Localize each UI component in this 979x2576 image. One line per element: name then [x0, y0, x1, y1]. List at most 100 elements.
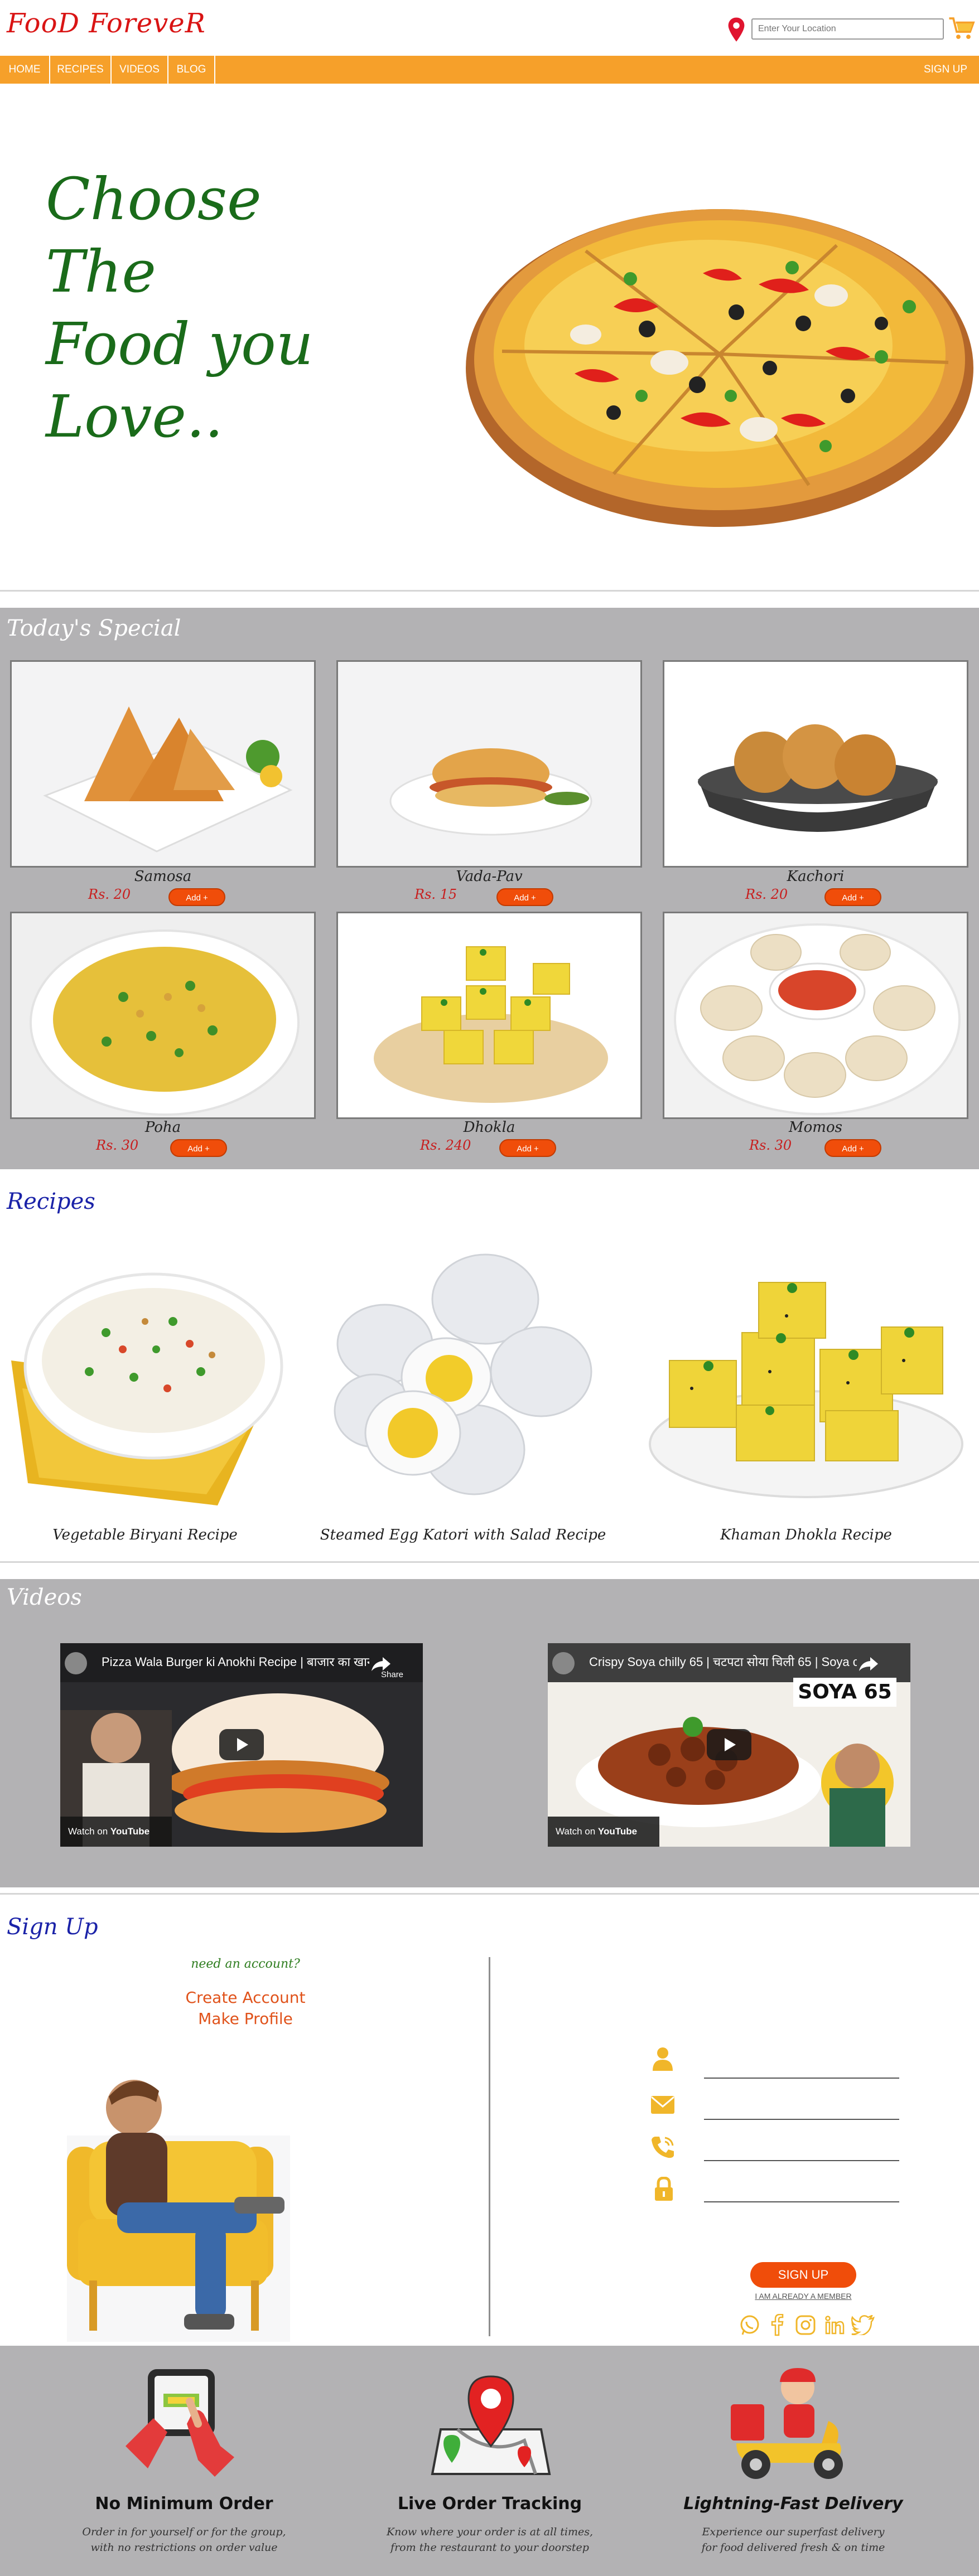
video-player-soya[interactable]: Crispy Soya chilly 65 | चटपटा सोया चिली … — [548, 1643, 910, 1847]
facebook-icon[interactable] — [768, 2314, 787, 2336]
play-icon — [237, 1738, 248, 1751]
khaman-recipe-image[interactable] — [647, 1260, 965, 1505]
kachori-add-button[interactable]: Add + — [824, 888, 881, 906]
samosa-add-button[interactable]: Add + — [168, 888, 225, 906]
divider — [0, 1561, 979, 1563]
poha-card[interactable] — [10, 912, 316, 1119]
todays-special-section: Today's Special Samosa Rs. 20 Add + Vada… — [0, 608, 979, 1169]
hero-pizza-image — [466, 209, 973, 527]
samosa-name: Samosa — [134, 868, 192, 885]
dhokla-price: Rs. 240 — [420, 1137, 471, 1153]
password-field[interactable] — [704, 2201, 899, 2202]
nav-blog[interactable]: BLOG — [168, 56, 215, 84]
signup-divider — [489, 1957, 490, 2336]
samosa-card[interactable] — [10, 660, 316, 868]
feature-desc-no-minimum: Order in for yourself or for the group, … — [28, 2524, 340, 2555]
mail-icon — [651, 2096, 674, 2114]
egg-recipe-name[interactable]: Steamed Egg Katori with Salad Recipe — [307, 1527, 619, 1543]
video-play-button[interactable] — [219, 1729, 264, 1760]
play-icon — [725, 1738, 736, 1751]
video-title-burger[interactable]: Pizza Wala Burger ki Anokhi Recipe | बाज… — [102, 1653, 369, 1670]
poha-add-button[interactable]: Add + — [170, 1139, 227, 1157]
username-field[interactable] — [704, 2078, 899, 2079]
feature-desc-line: with no restrictions on order value — [90, 2541, 278, 2554]
khaman-recipe-name[interactable]: Khaman Dhokla Recipe — [650, 1527, 962, 1543]
videos-title: Videos — [7, 1585, 82, 1610]
signup-submit-button[interactable]: SIGN UP — [750, 2262, 856, 2288]
hero-title: Choose The Food you Love.. — [46, 163, 380, 453]
email-field[interactable] — [704, 2119, 899, 2120]
instagram-icon[interactable] — [794, 2314, 817, 2336]
make-profile-link[interactable]: Make Profile — [145, 2010, 346, 2028]
features-section: No Minimum Order Order in for yourself o… — [0, 2346, 979, 2576]
youtube-logo-text: YouTube — [110, 1826, 150, 1837]
kachori-card[interactable] — [663, 660, 968, 868]
watch-on-youtube[interactable]: Watch on YouTube — [548, 1817, 659, 1847]
video-title-soya[interactable]: Crispy Soya chilly 65 | चटपटा सोया चिली … — [589, 1653, 857, 1670]
dhokla-image — [338, 913, 640, 1117]
watch-on-label: Watch on — [556, 1826, 596, 1837]
twitter-icon[interactable] — [851, 2315, 875, 2335]
need-account-text: need an account? — [191, 1957, 300, 1971]
feature-desc-live-tracking: Know where your order is at all times, f… — [334, 2524, 646, 2555]
site-logo[interactable]: FooD ForeveR — [7, 8, 206, 39]
kachori-price: Rs. 20 — [745, 887, 788, 902]
main-nav: HOME RECIPES VIDEOS BLOG SIGN UP — [0, 56, 979, 84]
page: FooD ForeveR HOME RECIPES VIDEOS BLOG SI… — [0, 0, 979, 2576]
feature-title-no-minimum: No Minimum Order — [95, 2494, 273, 2514]
kachori-name: Kachori — [787, 868, 845, 885]
biryani-recipe-name[interactable]: Vegetable Biryani Recipe — [6, 1527, 284, 1543]
poha-name: Poha — [144, 1119, 181, 1136]
nav-recipes[interactable]: RECIPES — [50, 56, 112, 84]
already-member-link[interactable]: I AM ALREADY A MEMBER — [742, 2292, 865, 2301]
biryani-recipe-image[interactable] — [6, 1249, 290, 1505]
feature-desc-line: for food delivered fresh & on time — [701, 2541, 885, 2554]
feature-desc-line: Order in for yourself or for the group, — [82, 2526, 286, 2538]
feature-desc-line: from the restaurant to your doorstep — [390, 2541, 589, 2554]
vada-pav-add-button[interactable]: Add + — [496, 888, 553, 906]
momos-card[interactable] — [663, 912, 968, 1119]
signup-illustration — [67, 2080, 290, 2342]
nav-signup[interactable]: SIGN UP — [915, 56, 976, 84]
feature-title-live-tracking: Live Order Tracking — [397, 2494, 582, 2514]
hero-title-line3: Love.. — [46, 382, 224, 451]
poha-price: Rs. 30 — [96, 1137, 139, 1153]
divider — [0, 590, 979, 592]
feature-desc-fast-delivery: Experience our superfast delivery for fo… — [637, 2524, 949, 2555]
cart-icon[interactable] — [948, 16, 975, 41]
momos-name: Momos — [789, 1119, 842, 1136]
watch-on-youtube[interactable]: Watch on YouTube — [60, 1817, 172, 1847]
create-account-link[interactable]: Create Account — [145, 1988, 346, 2007]
nav-home[interactable]: HOME — [0, 56, 50, 84]
nav-videos[interactable]: VIDEOS — [112, 56, 168, 84]
linkedin-icon[interactable] — [823, 2314, 846, 2336]
vada-pav-card[interactable] — [336, 660, 642, 868]
todays-special-title: Today's Special — [7, 616, 181, 641]
video-play-button[interactable] — [707, 1729, 751, 1760]
recipes-title: Recipes — [7, 1189, 95, 1214]
feature-title-fast-delivery: Lightning-Fast Delivery — [683, 2494, 903, 2514]
divider — [0, 1893, 979, 1895]
egg-recipe-image[interactable] — [329, 1249, 597, 1505]
dhokla-name: Dhokla — [463, 1119, 515, 1136]
kachori-image — [664, 662, 967, 866]
phone-field[interactable] — [704, 2160, 899, 2161]
momos-price: Rs. 30 — [749, 1137, 792, 1153]
whatsapp-icon[interactable] — [739, 2314, 761, 2336]
location-pin-icon — [728, 17, 745, 42]
dhokla-add-button[interactable]: Add + — [499, 1139, 556, 1157]
location-input[interactable] — [751, 18, 944, 40]
vada-pav-price: Rs. 15 — [414, 887, 457, 902]
momos-add-button[interactable]: Add + — [824, 1139, 881, 1157]
samosa-image — [12, 662, 314, 866]
signup-title: Sign Up — [7, 1914, 98, 1940]
vada-pav-name: Vada-Pav — [456, 868, 523, 885]
fast-delivery-icon — [731, 2368, 843, 2479]
video-player-burger[interactable]: Pizza Wala Burger ki Anokhi Recipe | बाज… — [60, 1643, 423, 1847]
feature-desc-line: Know where your order is at all times, — [386, 2526, 594, 2538]
dhokla-card[interactable] — [336, 912, 642, 1119]
videos-section: Videos Pizza Wala Burger ki Anokhi Recip… — [0, 1579, 979, 1887]
video-share-label[interactable]: Share — [381, 1670, 403, 1679]
hero-title-line2: Food you — [46, 310, 314, 378]
soya-badge: SOYA 65 — [793, 1678, 896, 1707]
